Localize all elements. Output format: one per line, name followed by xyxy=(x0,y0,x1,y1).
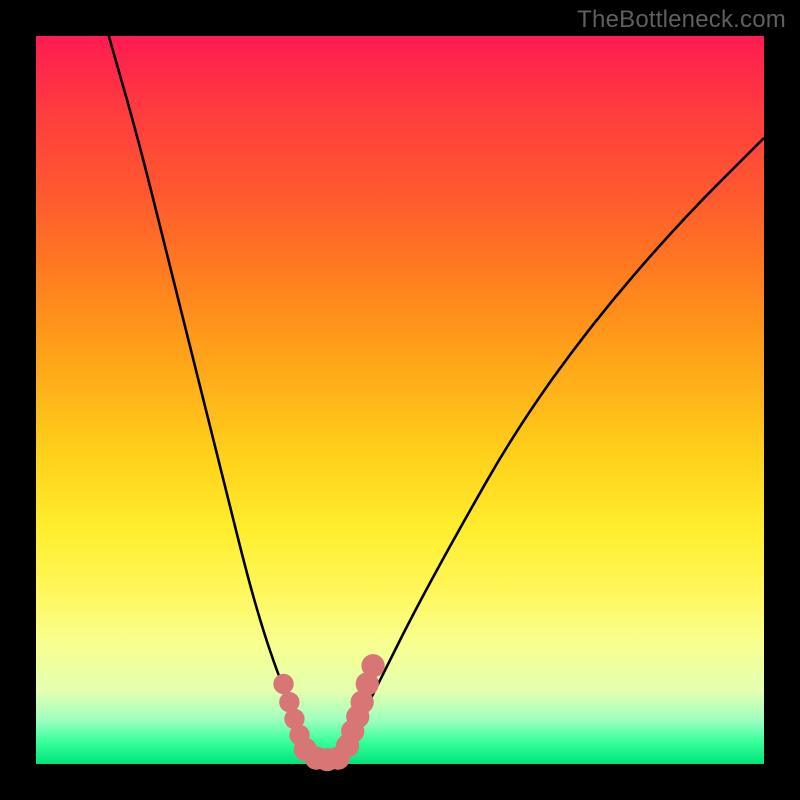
curve-right xyxy=(342,138,764,764)
watermark-text: TheBottleneck.com xyxy=(577,6,786,34)
plot-area xyxy=(36,36,764,764)
right-dot-6 xyxy=(361,654,384,677)
curve-left xyxy=(109,36,313,764)
left-dot-1 xyxy=(273,674,293,694)
chart-frame: TheBottleneck.com xyxy=(0,0,800,800)
marker-group xyxy=(273,654,384,771)
chart-svg xyxy=(36,36,764,764)
